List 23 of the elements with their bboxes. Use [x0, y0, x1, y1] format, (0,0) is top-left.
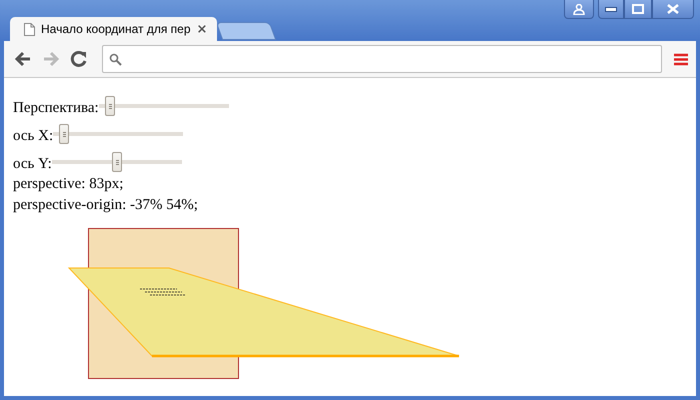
minimize-button[interactable] — [598, 0, 624, 19]
menu-icon[interactable] — [674, 52, 688, 66]
close-tab-icon[interactable]: × — [196, 22, 208, 36]
page-icon — [24, 22, 35, 36]
maximize-icon — [632, 4, 644, 14]
slider-thumb[interactable] — [112, 152, 122, 172]
profile-button[interactable] — [564, 0, 594, 19]
slider-label: Перспектива: — [13, 99, 99, 118]
browser-tab[interactable]: Начало координат для пер × — [10, 17, 218, 41]
search-icon — [109, 52, 122, 66]
browser-tab[interactable] — [216, 22, 277, 40]
person-icon — [573, 4, 585, 14]
slider-thumb[interactable] — [59, 124, 70, 144]
close-icon — [667, 4, 679, 14]
slider-thumb[interactable] — [104, 96, 115, 116]
close-window-button[interactable] — [652, 0, 694, 19]
address-field[interactable] — [102, 45, 662, 73]
slider-label: ось X: — [13, 127, 54, 146]
css-readout: perspective-origin: -37% 54%; — [13, 196, 199, 215]
slider-label: ось Y: — [13, 155, 52, 174]
css-readout: perspective: 83px; — [13, 175, 124, 194]
maximize-button[interactable] — [624, 0, 652, 19]
minimize-icon — [605, 6, 617, 12]
